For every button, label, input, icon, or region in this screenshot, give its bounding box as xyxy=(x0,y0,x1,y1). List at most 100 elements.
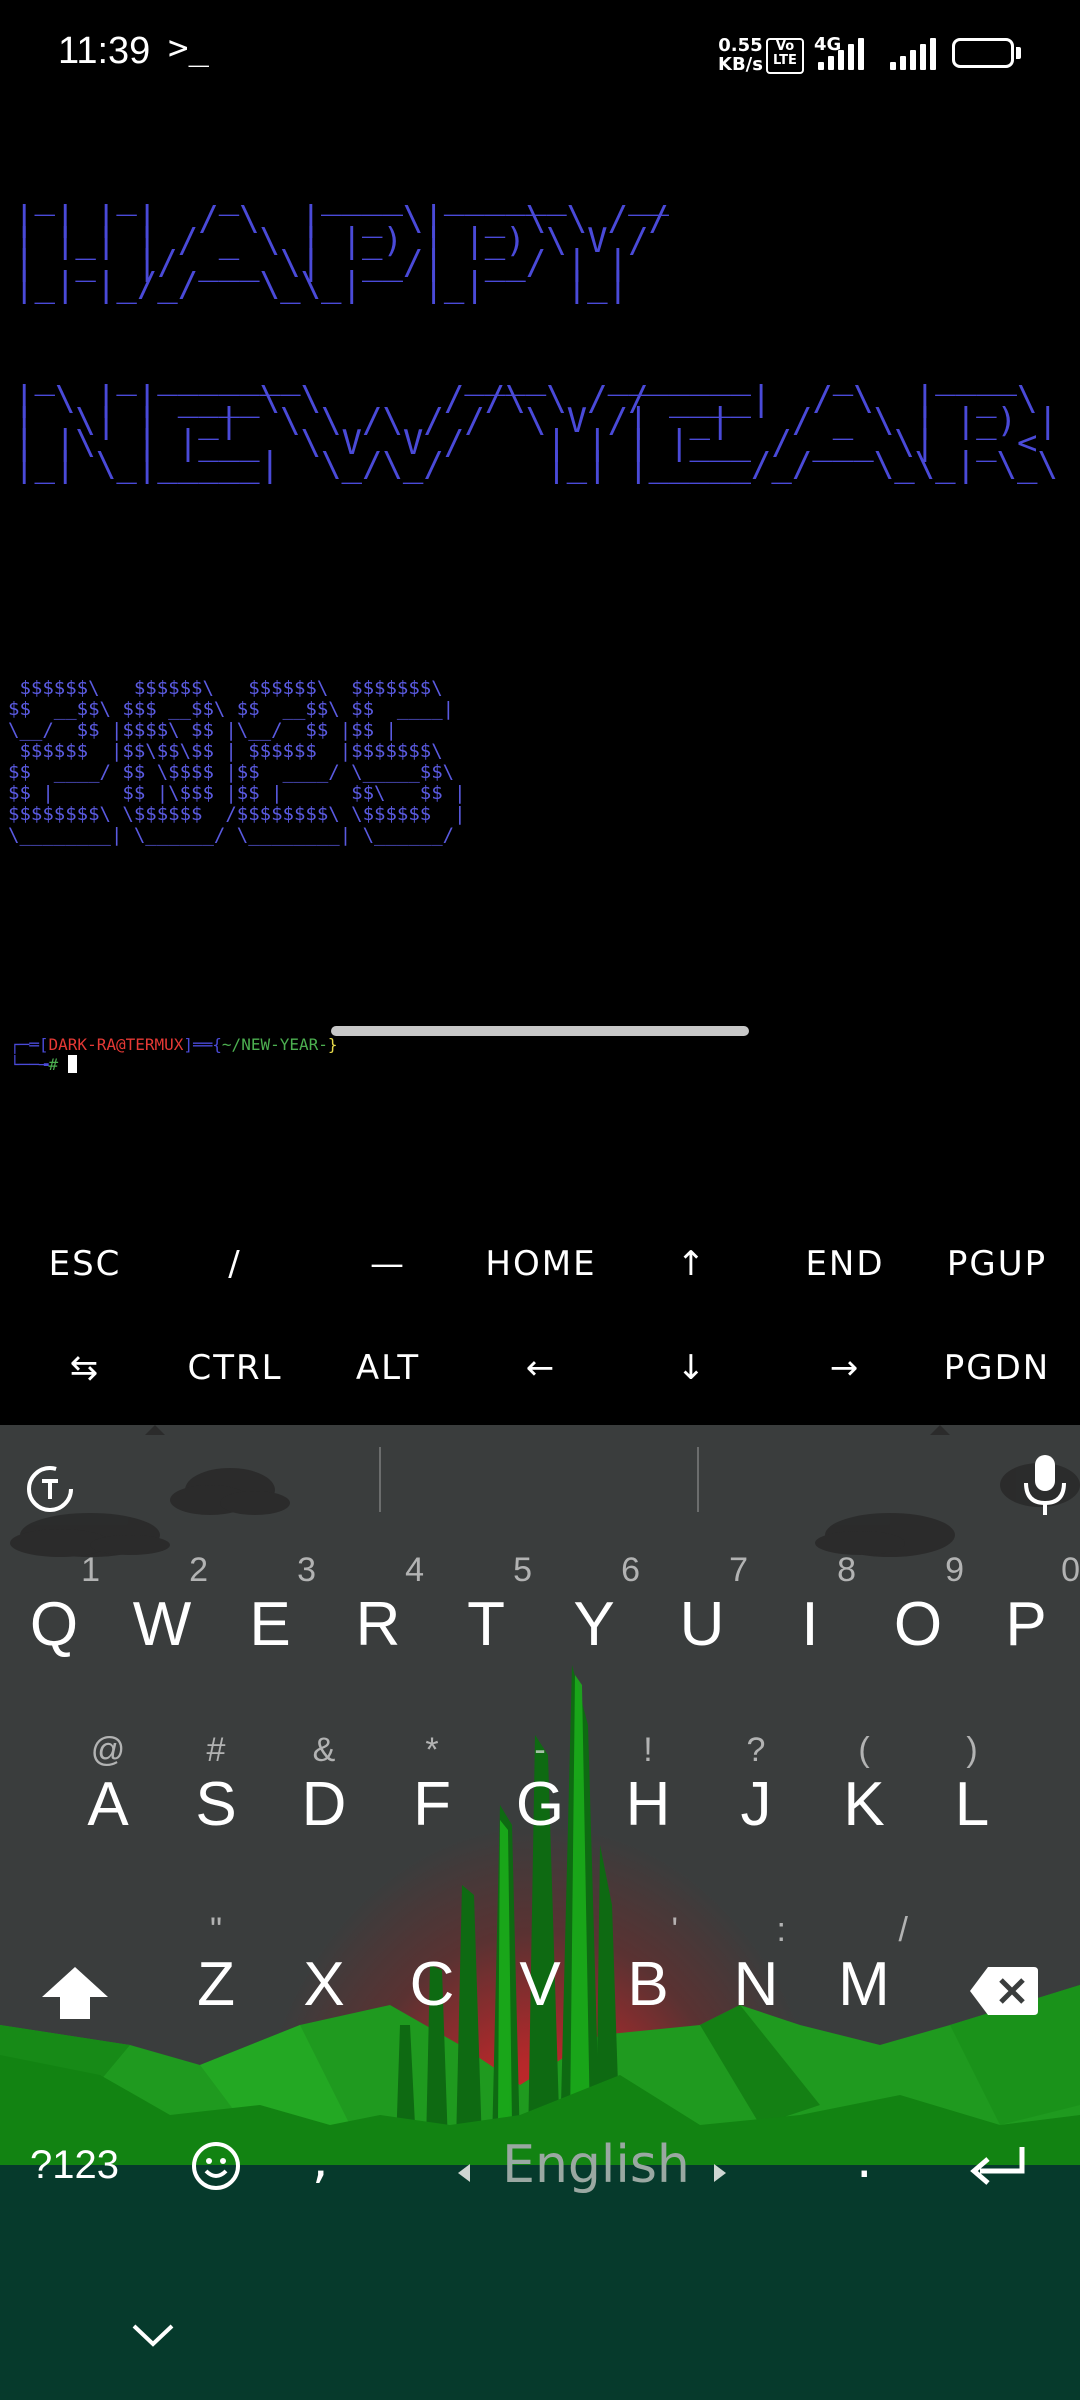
key-hint: @ xyxy=(90,1731,126,1769)
key-hint: ( xyxy=(858,1731,870,1769)
key-label: S xyxy=(195,1770,237,1839)
key-p[interactable]: 0P xyxy=(972,1550,1080,1660)
key-e[interactable]: 3E xyxy=(216,1550,324,1660)
extra-key-up[interactable]: ↑ xyxy=(617,1244,767,1284)
extra-key-left[interactable]: ← xyxy=(466,1348,616,1388)
key-n[interactable]: :N xyxy=(702,1910,810,2020)
key-a[interactable]: @ A xyxy=(54,1730,162,1840)
enter-icon[interactable] xyxy=(970,2145,1028,2189)
suggestion-strip xyxy=(0,1425,1080,1535)
spacebar-language-label: English xyxy=(502,2135,690,2195)
extra-key-home[interactable]: HOME xyxy=(466,1244,616,1284)
key-hint: & xyxy=(312,1731,336,1769)
battery-icon: 94 xyxy=(952,38,1014,68)
key-j[interactable]: ? J xyxy=(702,1730,810,1840)
key-hint: / xyxy=(898,1911,908,1949)
gesture-nav-handle[interactable] xyxy=(331,1026,749,1036)
extra-key-pgup[interactable]: PGUP xyxy=(922,1244,1072,1284)
extra-key-down[interactable]: ↓ xyxy=(617,1348,767,1388)
period-key[interactable]: . xyxy=(856,2130,873,2190)
key-hint: " xyxy=(209,1911,223,1949)
battery-tip xyxy=(1016,47,1021,59)
signal-icon-sim2 xyxy=(890,38,936,70)
key-g[interactable]: -G xyxy=(486,1730,594,1840)
key-label: Y xyxy=(573,1590,615,1659)
prompt-box-bottom: └──╼ xyxy=(10,1055,49,1074)
key-q[interactable]: 1Q xyxy=(0,1550,108,1660)
network-speed: 0.55 KB/s xyxy=(718,36,763,74)
key-label: X xyxy=(303,1950,345,2019)
key-label: U xyxy=(679,1590,725,1659)
emoji-icon[interactable] xyxy=(190,2140,242,2192)
ascii-banner-happy: _ _ _ ____ ______ __ | | | | / \ | _ \| … xyxy=(14,177,670,305)
status-bar: 11:39 >_ 0.55 KB/s Vo LTE 4G 94 xyxy=(0,0,1080,110)
key-o[interactable]: 9O xyxy=(864,1550,972,1660)
ascii-banner-year: $$$$$$\ $$$$$$\ $$$$$$\ $$$$$$$\ $$ __$$… xyxy=(8,677,466,846)
key-label: K xyxy=(843,1770,885,1839)
key-b[interactable]: ' B xyxy=(594,1910,702,2020)
prompt-brace-path-wrapper: ~/NEW-YEAR- xyxy=(222,1035,328,1054)
key-label: T xyxy=(467,1590,505,1659)
shift-icon[interactable] xyxy=(40,1965,110,2021)
suggestion-divider-2 xyxy=(697,1447,699,1512)
key-w[interactable]: 2W xyxy=(108,1550,216,1660)
key-hint: 8 xyxy=(837,1551,856,1589)
status-clock: 11:39 xyxy=(58,30,151,72)
terminal-notification-icon: >_ xyxy=(168,28,209,68)
key-hint: : xyxy=(776,1911,786,1949)
key-m[interactable]: / M xyxy=(810,1910,918,2020)
extra-key-tab[interactable]: ⇆ xyxy=(10,1348,160,1388)
key-f[interactable]: * F xyxy=(378,1730,486,1840)
key-k[interactable]: (K xyxy=(810,1730,918,1840)
key-hint: 3 xyxy=(297,1551,316,1589)
key-hint: 5 xyxy=(513,1551,532,1589)
volte-line2: LTE xyxy=(773,53,797,68)
key-hint xyxy=(270,1910,378,1950)
key-hint: * xyxy=(425,1731,439,1769)
key-r[interactable]: 4R xyxy=(324,1550,432,1660)
volte-icon: Vo LTE xyxy=(766,38,804,74)
extra-key-dash[interactable]: — xyxy=(313,1244,463,1284)
extra-key-slash[interactable]: / xyxy=(160,1244,310,1284)
key-x[interactable]: X xyxy=(270,1910,378,2020)
translate-icon[interactable] xyxy=(24,1463,76,1515)
extra-key-end[interactable]: END xyxy=(770,1244,920,1284)
extra-key-ctrl[interactable]: CTRL xyxy=(160,1348,310,1388)
key-v[interactable]: V xyxy=(486,1910,594,2020)
key-t[interactable]: 5T xyxy=(432,1550,540,1660)
key-u[interactable]: 7U xyxy=(648,1550,756,1660)
key-z[interactable]: " Z xyxy=(162,1910,270,2020)
prompt-line-1: ┌─═[DARK-RA@TERMUX]══{~/NEW-YEAR-} xyxy=(10,1035,338,1055)
key-hint: ) xyxy=(966,1731,978,1769)
key-h[interactable]: ! H xyxy=(594,1730,702,1840)
language-next-icon xyxy=(714,2164,726,2182)
terminal-output[interactable]: _ _ _ ____ ______ __ | | | | / \ | _ \| … xyxy=(0,110,1080,1210)
prompt-box-top: ┌─═[ xyxy=(10,1035,49,1054)
key-hint: 6 xyxy=(621,1551,640,1589)
soft-keyboard: 1Q 2W 3E 4R 5T 6Y 7U 8I 9O 0P @ A # S & D *… xyxy=(0,1425,1080,2400)
ascii-banner-new-year: _ _ _______ ____ _______ _ ____ | \ | | … xyxy=(14,357,1058,485)
key-d[interactable]: & D xyxy=(270,1730,378,1840)
prompt-user: DARK-RA@TERMUX xyxy=(48,1035,184,1054)
extra-key-esc[interactable]: ESC xyxy=(10,1244,160,1284)
extra-key-alt[interactable]: ALT xyxy=(313,1348,463,1388)
key-l[interactable]: ) L xyxy=(918,1730,1026,1840)
comma-key[interactable]: , xyxy=(312,2130,329,2190)
extra-key-pgdn[interactable]: PGDN xyxy=(922,1348,1072,1388)
key-i[interactable]: 8I xyxy=(756,1550,864,1660)
key-hint: ' xyxy=(671,1911,679,1949)
key-label: Z xyxy=(197,1950,235,2019)
key-c[interactable]: C xyxy=(378,1910,486,2020)
chevron-down-icon[interactable] xyxy=(130,2320,176,2350)
key-label: V xyxy=(519,1950,561,2019)
key-s[interactable]: # S xyxy=(162,1730,270,1840)
key-label: I xyxy=(801,1590,819,1659)
prompt-path: ~/NEW-YEAR- xyxy=(221,1035,328,1054)
extra-key-right[interactable]: → xyxy=(770,1348,920,1388)
symbols-key[interactable]: ?123 xyxy=(30,2143,119,2188)
key-label: R xyxy=(355,1590,401,1659)
prompt-line-2: └──╼# xyxy=(10,1055,338,1075)
mic-icon[interactable] xyxy=(1020,1453,1070,1519)
backspace-icon[interactable] xyxy=(968,1965,1040,2017)
key-y[interactable]: 6Y xyxy=(540,1550,648,1660)
